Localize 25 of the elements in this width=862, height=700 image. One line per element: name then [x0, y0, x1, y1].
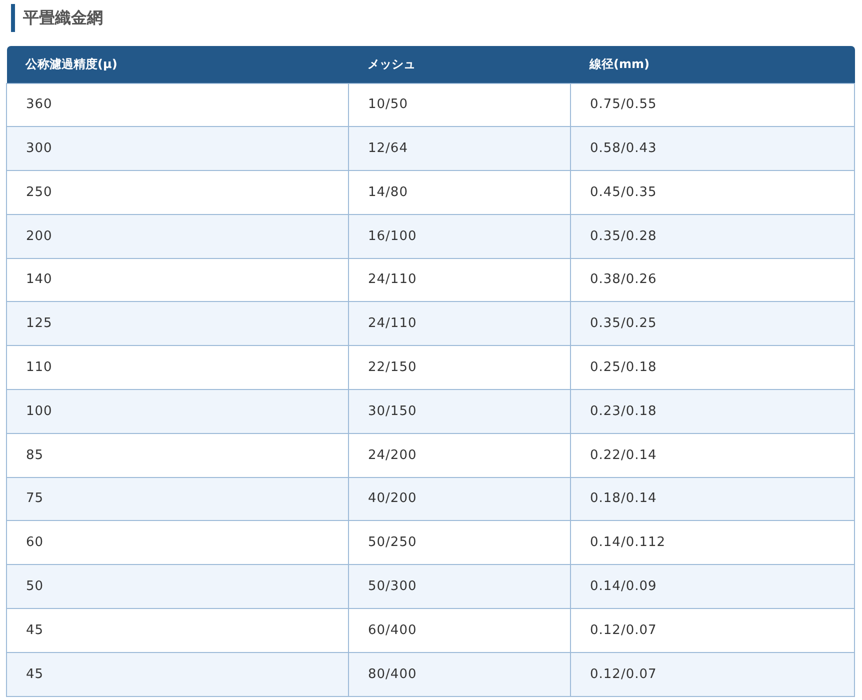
section-title: 平畳織金網	[23, 7, 103, 29]
table-cell: 85	[6, 433, 348, 478]
column-header: 線径(mm)	[570, 46, 854, 83]
table-cell: 0.35/0.28	[570, 214, 854, 258]
table-cell: 250	[6, 170, 348, 214]
table-cell: 360	[6, 83, 348, 127]
table-cell: 0.45/0.35	[570, 170, 854, 214]
column-header: メッシュ	[348, 46, 570, 83]
table-cell: 0.22/0.14	[570, 433, 854, 478]
table-cell: 45	[6, 652, 348, 696]
table-cell: 0.23/0.18	[570, 390, 854, 434]
table-cell: 0.75/0.55	[570, 83, 854, 127]
table-cell: 0.12/0.07	[570, 608, 854, 652]
table-cell: 10/50	[348, 83, 570, 127]
table-cell: 0.12/0.07	[570, 652, 854, 696]
table-cell: 16/100	[348, 214, 570, 258]
column-header: 公称濾過精度(μ)	[6, 46, 348, 83]
table-cell: 24/200	[348, 433, 570, 478]
table-cell: 100	[6, 390, 348, 434]
table-cell: 60/400	[348, 608, 570, 652]
table-cell: 30/150	[348, 390, 570, 434]
table-cell: 200	[6, 214, 348, 258]
table-cell: 45	[6, 608, 348, 652]
table-cell: 14/80	[348, 170, 570, 214]
table-cell: 80/400	[348, 652, 570, 696]
